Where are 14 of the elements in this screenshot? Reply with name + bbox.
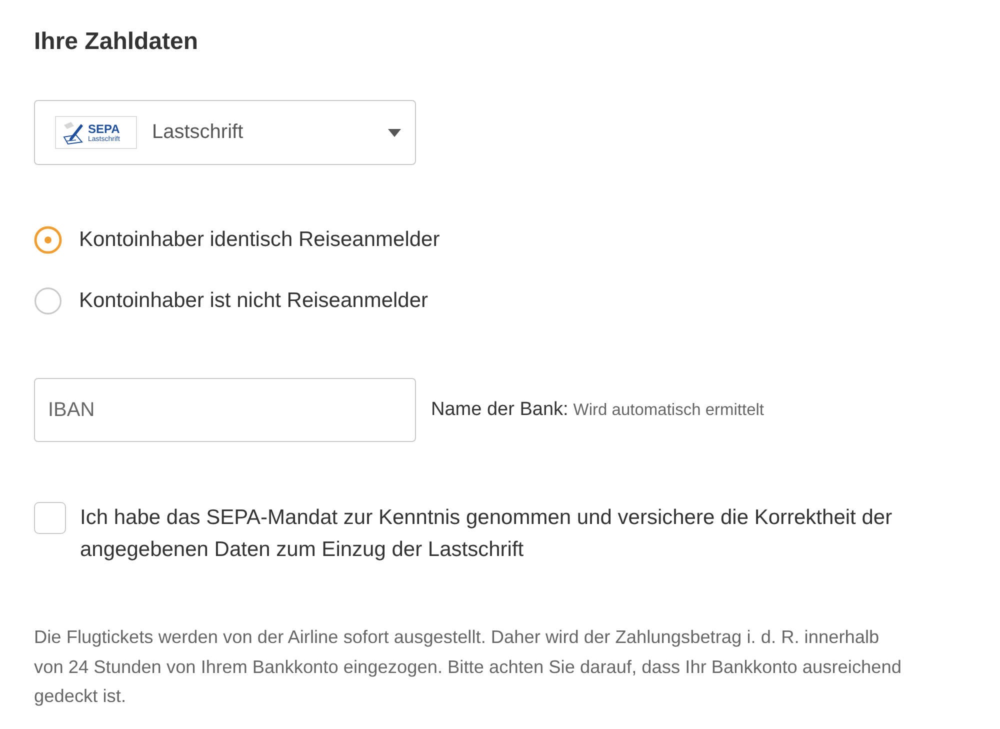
bank-name-value: Wird automatisch ermittelt (573, 401, 764, 420)
option-label[interactable]: Kontoinhaber ist nicht Reiseanmelder (79, 289, 428, 313)
radio-button[interactable] (34, 226, 62, 254)
section-heading: Ihre Zahldaten (34, 27, 198, 57)
pen-on-paper-icon (62, 120, 84, 144)
caret-icon (388, 128, 401, 136)
checkbox[interactable] (34, 502, 66, 534)
logo-title: SEPA (88, 122, 120, 134)
option-label[interactable]: Kontoinhaber identisch Reiseanmelder (79, 228, 440, 252)
notice-text: Die Flugtickets werden von der Airline sofort ausgestellt. Daher wird der Zahlungsbetrag i. d. R. innerhalb von 24 Stunden von Ihrem Bankkonto eingezogen. Bitte achten Sie darauf, dass Ihr Bankkonto ausreichend gedeckt ist. (34, 626, 903, 708)
mandate-text: Ich habe das SEPA-Mandat zur Kenntnis genommen und versichere die Korrektheit der angegebenen Daten zum Einzug der Lastschrift (80, 505, 894, 563)
radio-button[interactable] (34, 287, 62, 315)
bank-name-label: Name der Bank: (431, 399, 568, 421)
iban-field[interactable]: IBAN (34, 378, 416, 442)
